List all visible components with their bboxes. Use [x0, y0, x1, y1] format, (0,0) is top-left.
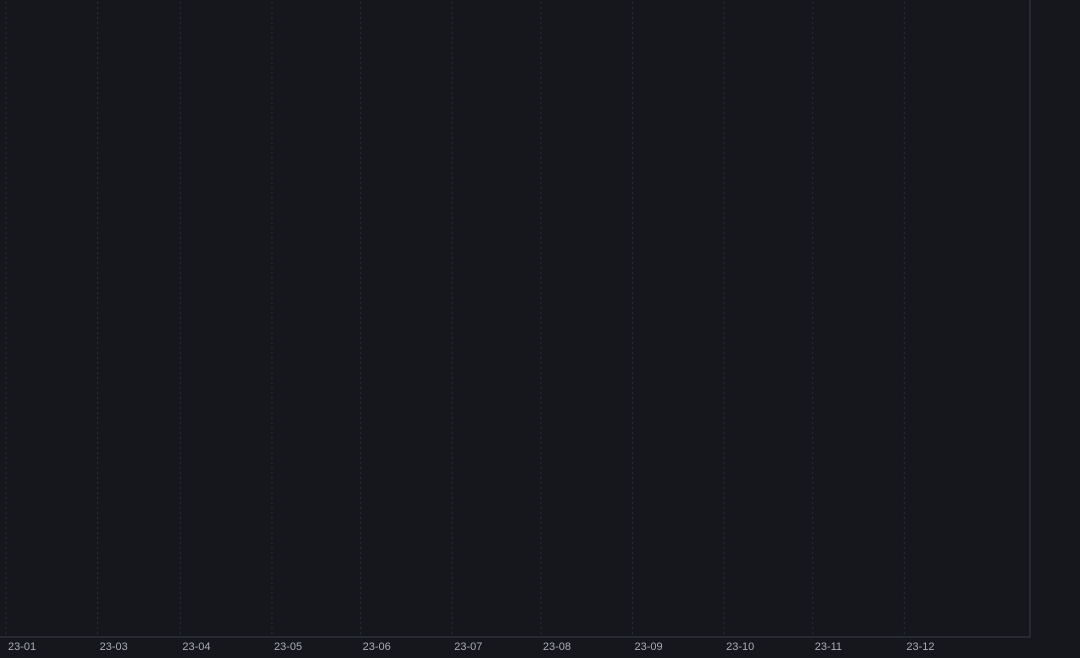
x-tick-label: 23-03 — [100, 641, 128, 653]
x-tick-label: 23-05 — [274, 641, 302, 653]
chart-background — [0, 0, 1080, 658]
x-tick-label: 23-06 — [363, 641, 391, 653]
x-tick-label: 23-12 — [906, 641, 934, 653]
x-tick-label: 23-11 — [815, 641, 842, 653]
x-tick-label: 23-04 — [182, 641, 210, 653]
grid-lines — [0, 0, 1080, 658]
x-tick-label: 23-10 — [726, 641, 754, 653]
x-tick-label: 23-09 — [634, 641, 662, 653]
x-tick-label: 23-07 — [454, 641, 482, 653]
x-tick-label: 23-01 — [8, 641, 36, 653]
candlestick-chart: 13013514014515023-0123-0323-0423-0523-06… — [0, 0, 1080, 658]
x-tick-label: 23-08 — [543, 641, 571, 653]
